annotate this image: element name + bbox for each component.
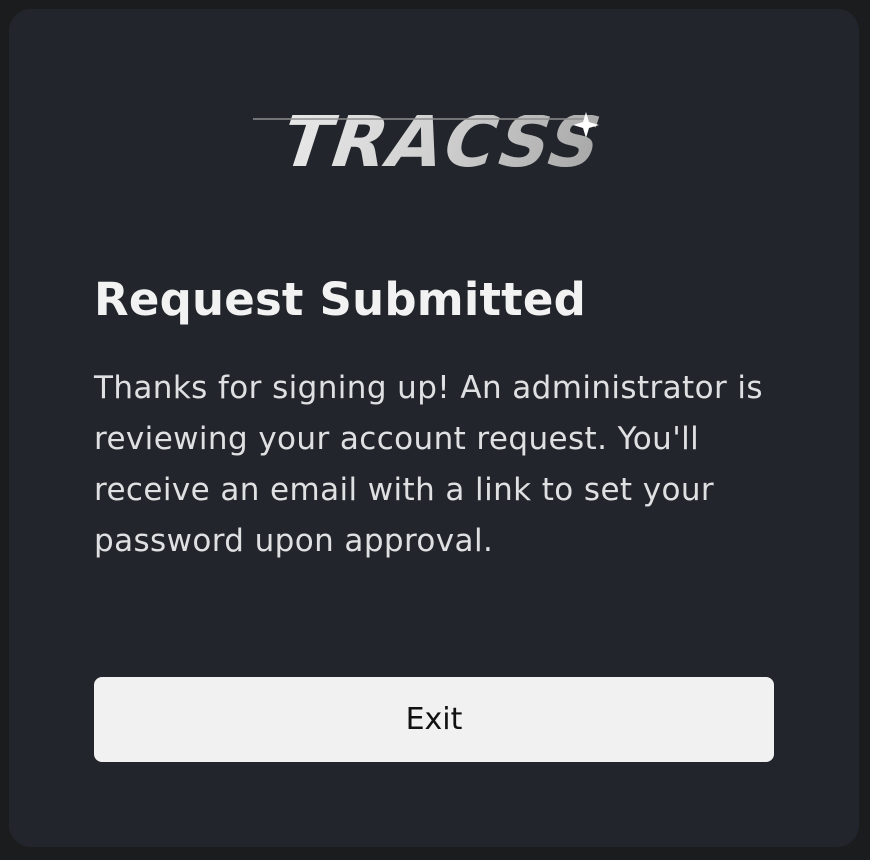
- exit-button[interactable]: Exit: [94, 677, 774, 762]
- page-title: Request Submitted: [94, 273, 587, 326]
- tracss-logo: TRACSS: [245, 97, 625, 183]
- confirmation-card: TRACSS Request Submitted Thanks for sign…: [9, 9, 859, 847]
- confirmation-message: Thanks for signing up! An administrator …: [94, 370, 763, 559]
